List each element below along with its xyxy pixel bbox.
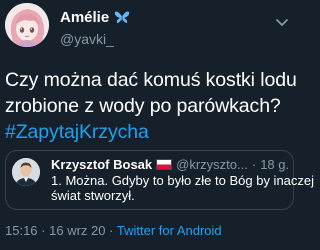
quoted-text-line: świat stworzył. [51,188,135,203]
meta-separator: · [109,223,114,238]
author-avatar[interactable] [5,3,49,47]
author-name-row[interactable]: Amélie [60,8,130,26]
tweet: Amélie @yavki_ Czy można dać komuś kostk… [0,0,315,250]
tweet-meta: 15:16 · 16 wrz 20 · Twitter for Android [5,223,222,238]
tweet-text: Czy można dać komuś kostki lodu zrobione… [5,67,297,145]
tweet-date[interactable]: 16 wrz 20 [49,223,105,238]
poland-flag-icon [156,159,173,170]
quoted-header: Krzysztof Bosak @krzyszto... · 18 g. [51,157,289,172]
author-handle[interactable]: @yavki_ [60,31,114,47]
quoted-text-line: 1. Można. Gdyby to było złe to Bóg by in… [51,173,315,188]
butterfly-icon [114,10,130,24]
chevron-down-icon[interactable] [275,15,289,26]
quoted-handle[interactable]: @krzyszto... [176,157,248,172]
tweet-text-line: Czy można dać komuś kostki lodu [5,69,297,91]
hashtag-link[interactable]: #ZapytajKrzycha [5,119,297,145]
quoted-time: 18 g. [260,157,290,172]
author-display-name[interactable]: Amélie [60,9,109,26]
tweet-text-line: zrobione z wody po parówkach? [5,95,281,117]
tweet-time[interactable]: 15:16 [5,223,38,238]
tweet-source-link[interactable]: Twitter for Android [117,223,222,238]
quoted-separator: · [251,157,257,172]
quoted-display-name[interactable]: Krzysztof Bosak [51,157,152,172]
quoted-text: 1. Można. Gdyby to było złe to Bóg by in… [51,173,315,203]
quoted-author-avatar[interactable] [12,158,40,186]
quoted-tweet[interactable]: Krzysztof Bosak @krzyszto... · 18 g. 1. … [5,150,315,210]
meta-separator: · [41,223,46,238]
